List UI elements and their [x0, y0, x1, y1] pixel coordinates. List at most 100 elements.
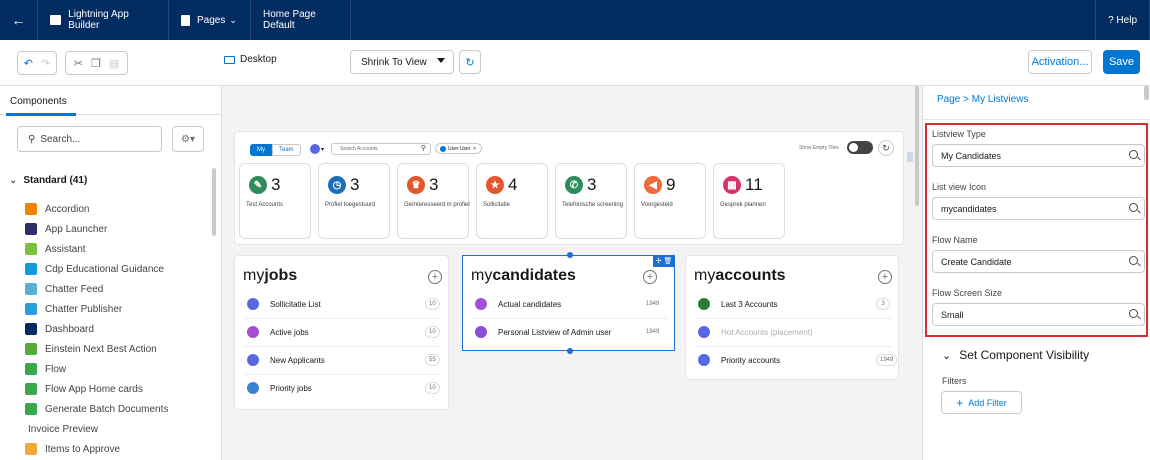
row-divider [471, 318, 668, 319]
status-tile[interactable]: ★ 4 Sollicitatie [476, 163, 548, 239]
property-input[interactable]: Small [932, 303, 1145, 326]
search-icon[interactable] [1129, 203, 1138, 212]
help-link[interactable]: ? Help [1095, 0, 1150, 40]
listview-item[interactable]: Priority accounts [698, 349, 780, 371]
tile-icon: ✎ [249, 176, 267, 194]
component-icon [25, 303, 37, 315]
standard-section-header[interactable]: ⌄ Standard (41) [9, 175, 87, 186]
resize-handle[interactable] [907, 152, 913, 162]
component-item[interactable]: Accordion [25, 201, 89, 217]
listview-title: mycandidates [471, 267, 576, 285]
listview-item[interactable]: Personal Listview of Admin user [475, 321, 611, 343]
listview-item[interactable]: Priority jobs [247, 377, 312, 399]
status-tile[interactable]: ♛ 3 Geïnteresseerd in profiel [397, 163, 470, 239]
component-icon [25, 243, 37, 255]
component-item[interactable]: App Launcher [25, 221, 107, 237]
component-label: Flow [45, 363, 67, 375]
copy-icon[interactable]: ❐ [91, 57, 101, 70]
component-item[interactable]: Cdp Educational Guidance [25, 261, 164, 277]
status-tile[interactable]: ◀ 9 Voorgesteld [634, 163, 706, 239]
close-icon[interactable]: ✕ [473, 146, 477, 152]
property-input[interactable]: mycandidates [932, 197, 1145, 220]
component-label: Generate Batch Documents [45, 403, 169, 415]
add-icon[interactable]: + [428, 270, 442, 284]
resize-dot[interactable] [566, 348, 573, 354]
tile-icon: ♛ [407, 176, 425, 194]
listview-card[interactable]: mycandidates + Actual candidates 1949 Person… [462, 252, 675, 354]
component-item[interactable]: Assistant [25, 241, 86, 257]
my-button[interactable]: My [250, 144, 272, 156]
component-label: Assistant [45, 243, 86, 255]
refresh-button[interactable]: ↻ [878, 140, 894, 156]
listview-item[interactable]: Active jobs [247, 321, 309, 343]
listview-card[interactable]: myaccounts + Last 3 Accounts 3 Hot Accounts … [685, 255, 899, 380]
component-item[interactable]: Einstein Next Best Action [25, 341, 157, 357]
component-item[interactable]: Invoice Preview [25, 421, 98, 437]
redo-icon[interactable]: ↷ [41, 57, 50, 70]
search-icon[interactable] [1129, 256, 1138, 265]
cut-icon[interactable]: ✂ [74, 57, 83, 70]
component-item[interactable]: Dashboard [25, 321, 94, 337]
settings-menu-button[interactable]: ⚙▾ [172, 126, 204, 152]
component-actions-icon[interactable]: ✢ 🗑 [653, 255, 675, 267]
search-icon[interactable] [1129, 309, 1138, 318]
delete-icon[interactable]: ▤ [109, 57, 119, 70]
listview-card[interactable]: myjobs + Sollicitatie List 10 Active jobs 10 N… [234, 255, 449, 410]
save-button[interactable]: Save [1103, 50, 1140, 74]
component-item[interactable]: Chatter Publisher [25, 301, 122, 317]
chevron-down-icon: ▾ [321, 146, 325, 153]
component-search-input[interactable]: ⚲ Search... [17, 126, 162, 152]
status-tile[interactable]: ◷ 3 Profiel toegestuurd [318, 163, 390, 239]
view-mode-select[interactable]: Shrink To View [350, 50, 454, 74]
component-item[interactable]: Flow App Home cards [25, 381, 143, 397]
gear-icon: ⚙▾ [181, 133, 195, 145]
resize-dot[interactable] [566, 252, 573, 258]
filter-dropdown[interactable]: ▾ [310, 144, 324, 154]
component-item[interactable]: Flow [25, 361, 66, 377]
panel-scrollbar[interactable] [1144, 86, 1149, 100]
property-input[interactable]: Create Candidate [932, 250, 1145, 273]
accounts-search-input[interactable]: Search Accounts ⚲ [331, 143, 431, 155]
component-item[interactable]: Generate Batch Documents [25, 401, 168, 417]
tile-icon: ✆ [565, 176, 583, 194]
field-value: Small [941, 309, 964, 320]
desktop-icon [224, 55, 235, 64]
tile-count: 11 [745, 175, 763, 194]
property-input[interactable]: My Candidates [932, 144, 1145, 167]
title-prefix: my [694, 267, 716, 284]
component-item[interactable]: Items to Approve [25, 441, 120, 457]
back-button[interactable]: ← [0, 0, 38, 40]
device-selector[interactable]: Desktop [224, 54, 277, 65]
listview-item-icon [475, 298, 487, 310]
status-tile[interactable]: ▦ 11 Gesprek plannen [713, 163, 785, 239]
search-icon[interactable] [1129, 150, 1138, 159]
canvas-scrollbar[interactable] [915, 86, 919, 206]
team-button[interactable]: Team [272, 144, 301, 156]
listview-item[interactable]: Hot Accounts (placement) [698, 321, 813, 343]
add-icon[interactable]: + [878, 270, 892, 284]
tile-label: Geïnteresseerd in profiel [404, 202, 470, 208]
undo-icon[interactable]: ↶ [24, 57, 33, 70]
component-item[interactable]: Chatter Feed [25, 281, 103, 297]
breadcrumb[interactable]: Page > My Listviews [937, 94, 1028, 105]
listview-item[interactable]: Sollicitatie List [247, 293, 321, 315]
record-count-badge: 1949 [876, 354, 898, 366]
add-filter-button[interactable]: + Add Filter [941, 391, 1022, 414]
add-icon[interactable]: + [643, 270, 657, 284]
activation-button[interactable]: Activation... [1028, 50, 1092, 74]
listview-item[interactable]: Actual candidates [475, 293, 561, 315]
component-visibility-header[interactable]: ⌄ Set Component Visibility [942, 348, 1089, 362]
pages-menu-button[interactable]: Pages ⌄ [169, 0, 251, 40]
listview-item[interactable]: New Applicants [247, 349, 325, 371]
tab-components[interactable]: Components [10, 96, 67, 107]
edit-actions-group: ✂ ❐ ▤ [65, 51, 128, 75]
refresh-button[interactable]: ↻ [459, 50, 481, 74]
status-tile[interactable]: ✆ 3 Telefonische screening [555, 163, 627, 239]
listview-item[interactable]: Last 3 Accounts [698, 293, 777, 315]
status-tile[interactable]: ✎ 3 Test Accounts [239, 163, 311, 239]
user-filter-chip[interactable]: User User ✕ [435, 143, 482, 154]
listview-item-label: Sollicitatie List [270, 299, 321, 309]
builder-toolbar: ↶ ↷ ✂ ❐ ▤ Desktop Shrink To View ↻ Activ… [0, 40, 1150, 86]
show-empty-toggle[interactable] [847, 141, 873, 154]
scrollbar-thumb[interactable] [212, 168, 216, 236]
